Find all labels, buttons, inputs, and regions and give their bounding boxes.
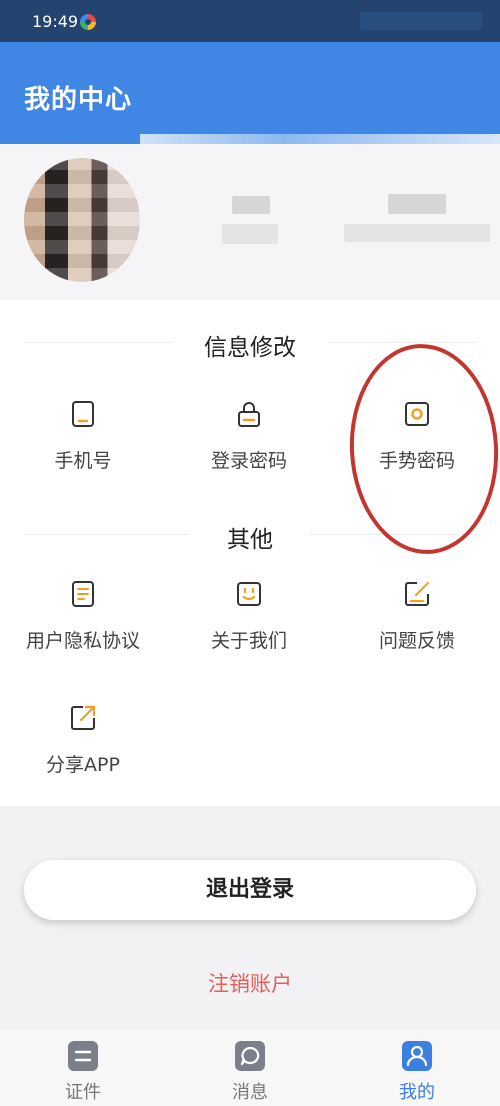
lock-icon: [238, 402, 260, 427]
share-icon: [71, 705, 96, 730]
message-icon: [235, 1041, 265, 1071]
logout-button[interactable]: 退出登录: [24, 860, 476, 920]
phone-icon: [72, 401, 94, 427]
menu-label: 问题反馈: [378, 630, 455, 652]
menu-label: 用户隐私协议: [25, 630, 140, 652]
menu-item-share-app[interactable]: 分享APP: [0, 704, 166, 777]
menu-label: 手机号: [54, 450, 112, 472]
menu-item-login-password[interactable]: 登录密码: [166, 400, 332, 473]
tab-documents[interactable]: 证件: [33, 1040, 133, 1104]
document-icon: [72, 581, 94, 607]
tab-messages[interactable]: 消息: [200, 1040, 300, 1104]
menu-label: 分享APP: [46, 754, 120, 776]
app-notification-icon: [80, 14, 96, 30]
status-time: 19:49: [32, 12, 79, 31]
smile-icon: [237, 582, 261, 606]
menu-item-about-us[interactable]: 关于我们: [166, 580, 332, 653]
tab-label: 消息: [232, 1082, 268, 1103]
status-indicators-redacted: [360, 12, 482, 30]
menu-label: 登录密码: [210, 450, 287, 472]
cancel-account-link[interactable]: 注销账户: [0, 968, 500, 998]
bottom-tab-bar: 证件 消息 我的: [0, 1030, 500, 1106]
tab-label: 我的: [399, 1082, 435, 1103]
redacted-label: [222, 224, 278, 244]
redacted-name: [232, 196, 270, 214]
edit-icon: [405, 581, 430, 606]
profile-icon: [402, 1041, 432, 1071]
redacted-account: [388, 194, 446, 214]
page-header: 我的中心: [0, 42, 500, 144]
id-card-icon: [68, 1041, 98, 1071]
menu-item-phone[interactable]: 手机号: [0, 400, 166, 473]
tab-label: 证件: [65, 1082, 101, 1103]
page-title: 我的中心: [24, 85, 133, 115]
menu-item-privacy-policy[interactable]: 用户隐私协议: [0, 580, 166, 653]
status-bar: 19:49: [0, 0, 500, 42]
avatar[interactable]: [24, 158, 140, 282]
header-redacted-strip: [140, 134, 500, 144]
redacted-account-id: [344, 224, 490, 242]
menu-item-feedback[interactable]: 问题反馈: [334, 580, 500, 653]
profile-card[interactable]: [0, 144, 500, 300]
menu-label: 关于我们: [210, 630, 287, 652]
tab-mine[interactable]: 我的: [367, 1040, 467, 1104]
